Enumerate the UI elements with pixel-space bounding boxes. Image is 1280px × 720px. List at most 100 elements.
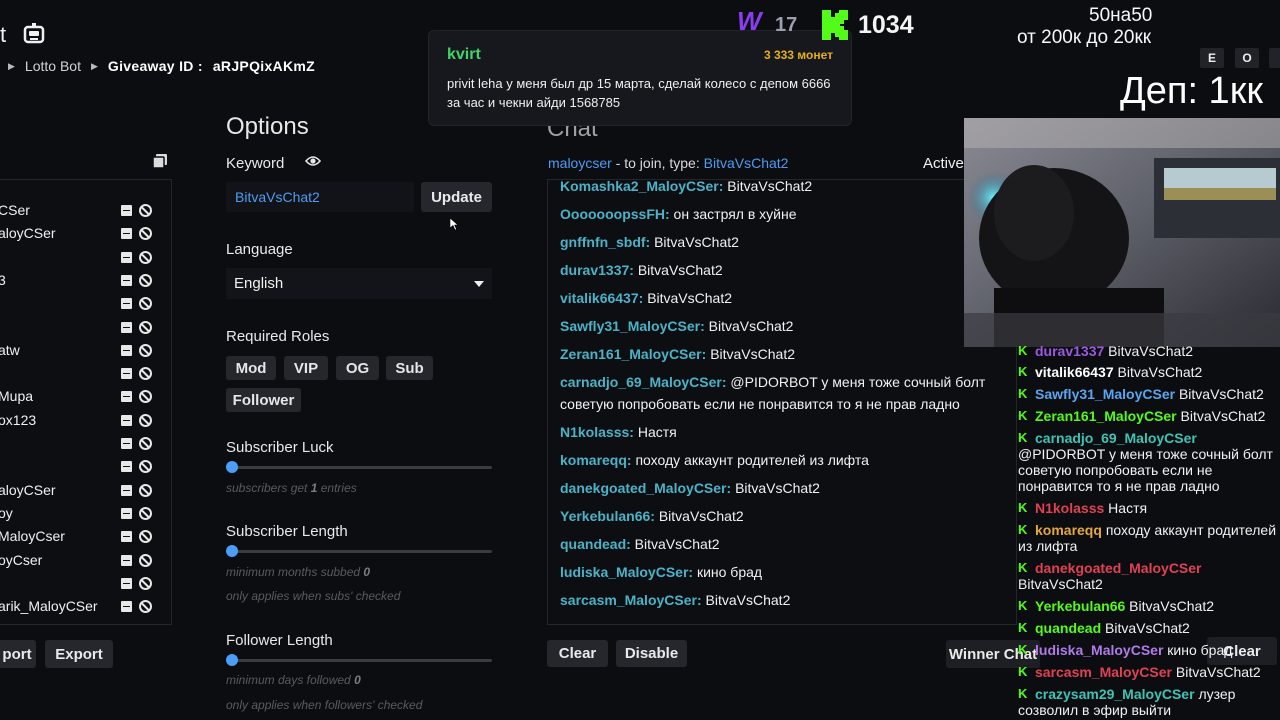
join-instructions: maloycser - to join, type: BitvaVsChat2: [548, 155, 789, 171]
ban-icon[interactable]: [139, 250, 152, 264]
remove-icon[interactable]: [121, 531, 132, 543]
chat-username[interactable]: ludiska_MaloyCSer:: [560, 564, 693, 580]
kick-message: BitvaVsChat2: [1175, 664, 1261, 680]
kick-message: BitvaVsChat2: [1180, 408, 1266, 424]
kick-username: carnadjo_69_MaloyCSer: [1035, 430, 1197, 446]
kick-chat-line: sarcasm_MaloyCSer BitvaVsChat2: [1018, 664, 1280, 680]
ban-icon[interactable]: [139, 483, 152, 497]
chat-username[interactable]: Yerkebulan66:: [560, 508, 655, 524]
entrant-name: Mupa: [0, 388, 34, 405]
ban-icon[interactable]: [139, 273, 152, 287]
chat-log[interactable]: Komashka2_MaloyCSer: BitvaVsChat2 Ooooooo…: [547, 179, 1017, 625]
kick-chat-overlay: durav1337 BitvaVsChat2vitalik66437 Bitva…: [1010, 343, 1280, 720]
role-og-toggle[interactable]: OG: [336, 356, 379, 380]
remove-icon[interactable]: [121, 274, 132, 286]
chat-username[interactable]: sarcasm_MaloyCSer:: [560, 592, 702, 608]
update-button[interactable]: Update: [421, 182, 492, 212]
kick-message: Настя: [1108, 500, 1148, 516]
keyword-input[interactable]: [226, 182, 414, 212]
chat-username[interactable]: danekgoated_MaloyCSer:: [560, 480, 731, 496]
remove-icon[interactable]: [121, 205, 132, 216]
chat-username[interactable]: carnadjo_69_MaloyCSer:: [560, 374, 727, 390]
chat-username[interactable]: komareqq:: [560, 452, 632, 468]
follower-length-label: Follower Length: [226, 632, 333, 649]
kick-badge-icon: [1018, 560, 1029, 576]
remove-icon[interactable]: [121, 228, 132, 240]
remove-icon[interactable]: [121, 251, 132, 263]
clear-chat-button[interactable]: Clear: [547, 640, 608, 667]
slider-handle[interactable]: [226, 654, 238, 666]
chat-username[interactable]: OoooooopssFH:: [560, 206, 670, 222]
ban-icon[interactable]: [139, 460, 152, 474]
chat-message: Sawfly31_MaloyCSer: BitvaVsChat2: [560, 315, 1000, 337]
breadcrumb-lotto-bot[interactable]: Lotto Bot: [25, 58, 81, 74]
donation-alert: kvirt 3 333 монет privit leha у меня был…: [428, 30, 852, 126]
remove-icon[interactable]: [121, 577, 132, 589]
remove-icon[interactable]: [121, 461, 132, 473]
chat-username[interactable]: Sawfly31_MaloyCSer:: [560, 318, 705, 334]
ban-icon[interactable]: [139, 413, 152, 427]
robot-icon: [23, 23, 45, 44]
remove-icon[interactable]: [121, 484, 132, 496]
kick-badge-icon: [1018, 386, 1029, 402]
chat-username[interactable]: quandead:: [560, 536, 631, 552]
chat-username[interactable]: Komashka2_MaloyCSer:: [560, 180, 723, 194]
entrant-row: [0, 248, 170, 268]
entrant-row: [0, 294, 170, 314]
remove-icon[interactable]: [121, 507, 132, 519]
role-mod-toggle[interactable]: Mod: [226, 356, 276, 380]
ban-icon[interactable]: [139, 367, 152, 381]
subscriber-length-slider[interactable]: [226, 545, 492, 557]
channel-name: maloycser: [548, 155, 612, 171]
language-select[interactable]: English: [226, 268, 492, 299]
kick-badge-icon: [1018, 343, 1029, 359]
slider-handle[interactable]: [226, 461, 238, 473]
role-sub-toggle[interactable]: Sub: [386, 356, 433, 380]
copy-icon[interactable]: [153, 154, 167, 168]
remove-icon[interactable]: [121, 344, 132, 356]
ban-icon[interactable]: [139, 297, 152, 311]
import-button[interactable]: port: [0, 640, 36, 668]
ban-icon[interactable]: [139, 600, 152, 614]
subscriber-luck-slider[interactable]: [226, 461, 492, 473]
chat-username[interactable]: gnffnfn_sbdf:: [560, 234, 650, 250]
ban-icon[interactable]: [139, 506, 152, 520]
kick-chat-line: vitalik66437 BitvaVsChat2: [1018, 364, 1280, 380]
ban-icon[interactable]: [139, 320, 152, 334]
follower-length-slider[interactable]: [226, 654, 492, 666]
deposit-label: Деп: 1кк: [1120, 70, 1263, 112]
ban-icon[interactable]: [139, 576, 152, 590]
chevron-right-icon: ▶: [8, 60, 15, 71]
remove-icon[interactable]: [121, 414, 132, 426]
ban-icon[interactable]: [139, 343, 152, 357]
remove-icon[interactable]: [121, 391, 132, 403]
ban-icon[interactable]: [139, 553, 152, 567]
remove-icon[interactable]: [121, 554, 132, 566]
eye-icon[interactable]: [305, 155, 321, 167]
ban-icon[interactable]: [139, 204, 152, 217]
ban-icon[interactable]: [139, 530, 152, 544]
entrants-list[interactable]: CSer aloyCSer 3 atw Mupa ox123 aloyCSer oy Maloy…: [0, 179, 172, 625]
remove-icon[interactable]: [121, 321, 132, 333]
ban-icon[interactable]: [139, 437, 152, 450]
key-o: O: [1235, 48, 1259, 68]
kick-chat-line: komareqq походу аккаунт родителей из лиф…: [1018, 522, 1280, 554]
kick-message: BitvaVsChat2: [1105, 620, 1190, 636]
role-vip-toggle[interactable]: VIP: [284, 356, 328, 380]
donation-amount: 3 333 монет: [763, 48, 833, 62]
chat-username[interactable]: N1kolasss:: [560, 424, 634, 440]
export-button[interactable]: Export: [45, 640, 113, 668]
disable-chat-button[interactable]: Disable: [616, 640, 687, 667]
ban-icon[interactable]: [139, 390, 152, 404]
remove-icon[interactable]: [121, 601, 132, 613]
remove-icon[interactable]: [121, 438, 132, 449]
chat-username[interactable]: durav1337:: [560, 262, 634, 278]
remove-icon[interactable]: [121, 368, 132, 380]
ban-icon[interactable]: [139, 227, 152, 241]
slider-handle[interactable]: [226, 545, 238, 557]
role-follower-toggle[interactable]: Follower: [226, 388, 301, 412]
active-label: Active: [923, 155, 964, 172]
remove-icon[interactable]: [121, 298, 132, 310]
chat-username[interactable]: vitalik66437:: [560, 290, 643, 306]
chat-username[interactable]: Zeran161_MaloyCSer:: [560, 346, 706, 362]
